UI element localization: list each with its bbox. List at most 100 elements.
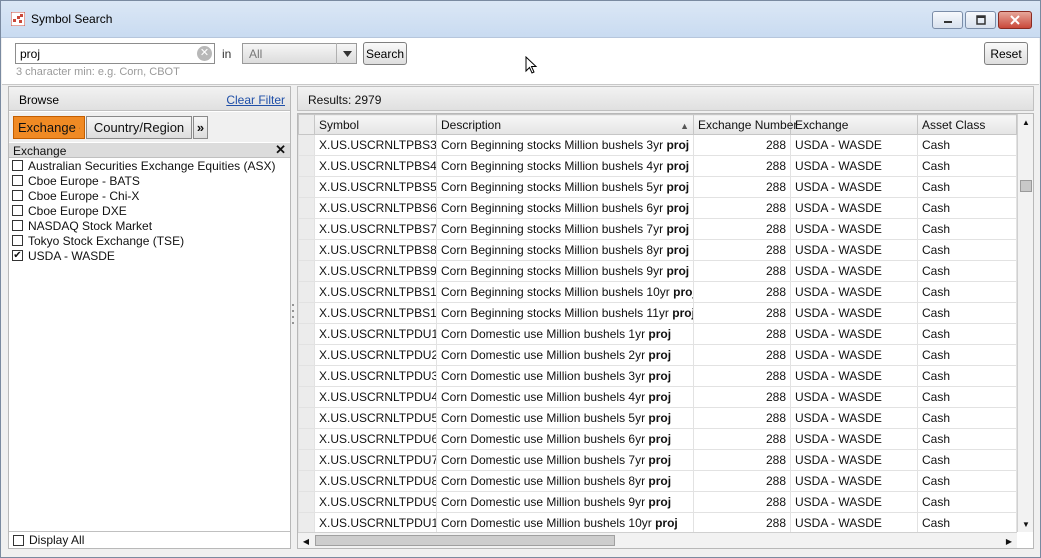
table-row[interactable]: X.US.USCRNLTPDU3Y Corn Domestic use Milli… — [298, 365, 1017, 387]
vertical-scroll-thumb[interactable] — [1020, 180, 1032, 192]
cell-asset-class: Cash — [917, 470, 1017, 492]
table-row[interactable]: X.US.USCRNLTPBS11 Corn Beginning stocks M… — [298, 302, 1017, 324]
exchange-checkbox[interactable] — [12, 175, 23, 186]
table-row[interactable]: X.US.USCRNLTPDU4Y Corn Domestic use Milli… — [298, 386, 1017, 408]
exchange-option-label: Cboe Europe - Chi-X — [28, 188, 140, 203]
display-all-option[interactable]: Display All — [9, 531, 290, 548]
cell-symbol: X.US.USCRNLTPBS6Y — [314, 197, 437, 219]
column-header-exchange[interactable]: Exchange — [790, 114, 918, 135]
exchange-checkbox[interactable] — [12, 235, 23, 246]
close-filter-icon[interactable]: ✕ — [275, 142, 286, 158]
table-row[interactable]: X.US.USCRNLTPBS5Y Corn Beginning stocks M… — [298, 176, 1017, 198]
display-all-checkbox[interactable] — [13, 534, 24, 546]
cell-exchange-number: 288 — [693, 260, 791, 282]
cell-symbol: X.US.USCRNLTPBS3Y — [314, 134, 437, 156]
table-row[interactable]: X.US.USCRNLTPDU1Y Corn Domestic use Milli… — [298, 323, 1017, 345]
description-text: Corn Beginning stocks Million bushels 4y… — [441, 159, 664, 173]
cell-exchange: USDA - WASDE — [790, 197, 918, 219]
matched-term: proj — [648, 495, 672, 509]
table-row[interactable]: X.US.USCRNLTPDU2Y Corn Domestic use Milli… — [298, 344, 1017, 366]
exchange-checkbox[interactable] — [12, 205, 23, 216]
row-selector-cell — [298, 449, 315, 471]
cell-exchange-number: 288 — [693, 428, 791, 450]
exchange-option-label: NASDAQ Stock Market — [28, 218, 153, 233]
scroll-right-icon[interactable]: ▶ — [1001, 533, 1017, 548]
cell-description: Corn Domestic use Million bushels 2yr pr… — [436, 344, 694, 366]
column-header-exchange-number[interactable]: Exchange Number — [693, 114, 797, 135]
chevron-down-icon[interactable] — [336, 43, 357, 64]
exchange-option[interactable]: ✔ USDA - WASDE — [9, 248, 290, 263]
cell-description: Corn Beginning stocks Million bushels 5y… — [436, 176, 694, 198]
table-row[interactable]: X.US.USCRNLTPDU6Y Corn Domestic use Milli… — [298, 428, 1017, 450]
table-row[interactable]: X.US.USCRNLTPBS9Y Corn Beginning stocks M… — [298, 260, 1017, 282]
row-selector-cell — [298, 134, 315, 156]
exchange-option[interactable]: Cboe Europe DXE — [9, 203, 290, 218]
exchange-checkbox[interactable]: ✔ — [12, 250, 23, 261]
cell-description: Corn Beginning stocks Million bushels 8y… — [436, 239, 694, 261]
close-button[interactable] — [998, 11, 1032, 29]
column-header-asset-class[interactable]: Asset Class — [917, 114, 1017, 135]
maximize-button[interactable] — [965, 11, 996, 29]
exchange-option[interactable]: Cboe Europe - Chi-X — [9, 188, 290, 203]
horizontal-scrollbar[interactable]: ◀ ▶ — [298, 532, 1017, 548]
cell-symbol: X.US.USCRNLTPDU6Y — [314, 428, 437, 450]
description-text: Corn Domestic use Million bushels 4yr — [441, 390, 646, 404]
cell-exchange-number: 288 — [693, 239, 791, 261]
cell-symbol: X.US.USCRNLTPDU8Y — [314, 470, 437, 492]
panel-splitter[interactable] — [291, 301, 295, 331]
exchange-option[interactable]: Tokyo Stock Exchange (TSE) — [9, 233, 290, 248]
description-text: Corn Domestic use Million bushels 10yr — [441, 516, 652, 530]
exchange-option[interactable]: NASDAQ Stock Market — [9, 218, 290, 233]
table-row[interactable]: X.US.USCRNLTPDU5Y Corn Domestic use Milli… — [298, 407, 1017, 429]
cell-exchange-number: 288 — [693, 344, 791, 366]
clear-filter-link[interactable]: Clear Filter — [226, 93, 285, 107]
scroll-down-icon[interactable]: ▼ — [1018, 516, 1033, 532]
table-row[interactable]: X.US.USCRNLTPBS8Y Corn Beginning stocks M… — [298, 239, 1017, 261]
scroll-left-icon[interactable]: ◀ — [298, 533, 314, 548]
scroll-up-icon[interactable]: ▲ — [1018, 114, 1033, 130]
table-row[interactable]: X.US.USCRNLTPBS6Y Corn Beginning stocks M… — [298, 197, 1017, 219]
table-row[interactable]: X.US.USCRNLTPBS10 Corn Beginning stocks M… — [298, 281, 1017, 303]
column-header-description[interactable]: Description ▲ — [436, 114, 694, 135]
matched-term: proj — [648, 390, 672, 404]
cell-description: Corn Domestic use Million bushels 5yr pr… — [436, 407, 694, 429]
cell-description: Corn Domestic use Million bushels 6yr pr… — [436, 428, 694, 450]
mouse-cursor-icon — [525, 56, 538, 74]
row-selector-cell — [298, 323, 315, 345]
description-text: Corn Beginning stocks Million bushels 6y… — [441, 201, 664, 215]
cell-exchange: USDA - WASDE — [790, 449, 918, 471]
exchange-checkbox[interactable] — [12, 160, 23, 171]
table-row[interactable]: X.US.USCRNLTPDU8Y Corn Domestic use Milli… — [298, 470, 1017, 492]
cell-asset-class: Cash — [917, 365, 1017, 387]
table-row[interactable]: X.US.USCRNLTPDU7Y Corn Domestic use Milli… — [298, 449, 1017, 471]
table-row[interactable]: X.US.USCRNLTPDU9Y Corn Domestic use Milli… — [298, 491, 1017, 513]
cell-description: Corn Domestic use Million bushels 9yr pr… — [436, 491, 694, 513]
tab-exchange[interactable]: Exchange — [13, 116, 85, 139]
cell-description: Corn Domestic use Million bushels 8yr pr… — [436, 470, 694, 492]
matched-term: proj — [648, 453, 672, 467]
exchange-option-label: Australian Securities Exchange Equities … — [28, 158, 276, 173]
table-row[interactable]: X.US.USCRNLTPBS4Y Corn Beginning stocks M… — [298, 155, 1017, 177]
cell-symbol: X.US.USCRNLTPDU5Y — [314, 407, 437, 429]
cell-description: Corn Beginning stocks Million bushels 3y… — [436, 134, 694, 156]
more-tabs-button[interactable]: » — [193, 116, 208, 139]
cell-exchange-number: 288 — [693, 155, 791, 177]
exchange-option[interactable]: Australian Securities Exchange Equities … — [9, 158, 290, 173]
row-selector-cell — [298, 491, 315, 513]
horizontal-scroll-thumb[interactable] — [315, 535, 615, 546]
table-row[interactable]: X.US.USCRNLTPDU10 Corn Domestic use Milli… — [298, 512, 1017, 534]
exchange-option[interactable]: Cboe Europe - BATS — [9, 173, 290, 188]
column-header-symbol[interactable]: Symbol — [314, 114, 437, 135]
vertical-scrollbar[interactable]: ▲ ▼ — [1017, 114, 1033, 532]
tab-country-region[interactable]: Country/Region — [86, 116, 192, 139]
cell-description: Corn Domestic use Million bushels 7yr pr… — [436, 449, 694, 471]
table-row[interactable]: X.US.USCRNLTPBS7Y Corn Beginning stocks M… — [298, 218, 1017, 240]
search-input[interactable] — [15, 43, 215, 64]
table-row[interactable]: X.US.USCRNLTPBS3Y Corn Beginning stocks M… — [298, 134, 1017, 156]
search-button[interactable]: Search — [363, 42, 407, 65]
minimize-button[interactable] — [932, 11, 963, 29]
reset-button[interactable]: Reset — [984, 42, 1028, 65]
exchange-checkbox[interactable] — [12, 190, 23, 201]
exchange-checkbox[interactable] — [12, 220, 23, 231]
clear-search-icon[interactable]: ✕ — [197, 46, 212, 61]
